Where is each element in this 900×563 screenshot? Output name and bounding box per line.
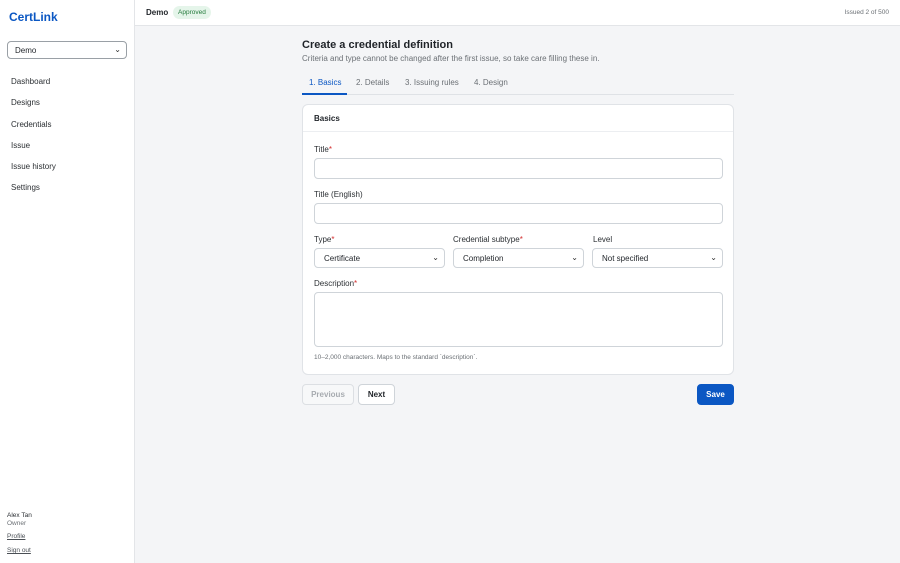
save-button[interactable]: Save xyxy=(697,384,734,405)
page-title: Create a credential definition xyxy=(302,39,453,51)
sidebar-item-dashboard[interactable]: Dashboard xyxy=(0,71,135,92)
tab-basics[interactable]: 1. Basics xyxy=(309,78,341,87)
sidebar-nav: Dashboard Designs Credentials Issue Issu… xyxy=(0,71,135,199)
required-mark: * xyxy=(328,145,332,154)
required-mark: * xyxy=(331,235,335,244)
chevron-down-icon: ⌄ xyxy=(710,253,717,262)
tab-issuing-rules[interactable]: 3. Issuing rules xyxy=(405,78,459,87)
required-mark: * xyxy=(354,279,358,288)
chevron-down-icon: ⌄ xyxy=(114,45,121,54)
title-english-input[interactable] xyxy=(314,203,723,224)
description-help: 10–2,000 characters. Maps to the standar… xyxy=(314,354,478,361)
chevron-down-icon: ⌄ xyxy=(571,253,578,262)
description-label: Description* xyxy=(314,279,357,288)
type-select-value: Certificate xyxy=(324,253,361,263)
user-name: Alex Tan xyxy=(7,512,32,519)
org-select[interactable]: Demo ⌄ xyxy=(7,41,127,59)
sidebar-item-credentials[interactable]: Credentials xyxy=(0,114,135,135)
org-name: Demo xyxy=(146,8,169,17)
chevron-down-icon: ⌄ xyxy=(432,253,439,262)
sidebar-item-designs[interactable]: Designs xyxy=(0,92,135,113)
required-mark: * xyxy=(519,235,523,244)
subtype-select[interactable]: Completion ⌄ xyxy=(453,248,584,268)
sign-out-link[interactable]: Sign out xyxy=(7,547,32,554)
card-title: Basics xyxy=(303,105,733,132)
level-select[interactable]: Not specified ⌄ xyxy=(592,248,723,268)
status-badge: Approved xyxy=(173,6,211,19)
title-english-label: Title (English) xyxy=(314,190,363,199)
basics-card: Basics Title* Title (English) Type* Cert… xyxy=(302,104,734,375)
sidebar-item-issue-history[interactable]: Issue history xyxy=(0,156,135,177)
title-input[interactable] xyxy=(314,158,723,179)
issued-count: Issued 2 of 500 xyxy=(844,9,889,16)
org-select-value: Demo xyxy=(15,45,37,55)
next-button[interactable]: Next xyxy=(358,384,395,405)
previous-button[interactable]: Previous xyxy=(302,384,354,405)
sidebar-item-issue[interactable]: Issue xyxy=(0,135,135,156)
subtype-select-value: Completion xyxy=(463,253,504,263)
tab-details[interactable]: 2. Details xyxy=(356,78,389,87)
description-label-text: Description xyxy=(314,279,355,288)
user-role: Owner xyxy=(7,520,27,527)
wizard-tabs: 1. Basics 2. Details 3. Issuing rules 4.… xyxy=(302,73,734,95)
subtype-label-text: Credential subtype xyxy=(453,235,520,244)
page-subtitle: Criteria and type cannot be changed afte… xyxy=(302,54,600,63)
topbar: Demo Approved Issued 2 of 500 xyxy=(135,0,900,26)
level-select-value: Not specified xyxy=(602,253,649,263)
type-label: Type* xyxy=(314,235,334,244)
sidebar-item-settings[interactable]: Settings xyxy=(0,177,135,198)
type-select[interactable]: Certificate ⌄ xyxy=(314,248,445,268)
subtype-label: Credential subtype* xyxy=(453,235,523,244)
profile-link[interactable]: Profile xyxy=(7,533,32,540)
tab-design[interactable]: 4. Design xyxy=(474,78,508,87)
sidebar: CertLink Demo ⌄ Dashboard Designs Creden… xyxy=(0,0,135,563)
active-tab-indicator xyxy=(302,93,347,95)
description-textarea[interactable] xyxy=(314,292,723,347)
title-label: Title* xyxy=(314,145,332,154)
brand-logo[interactable]: CertLink xyxy=(9,10,58,24)
title-label-text: Title xyxy=(314,145,329,154)
level-label: Level xyxy=(593,235,613,244)
type-label-text: Type xyxy=(314,235,332,244)
user-panel: Alex Tan Owner Profile Sign out xyxy=(7,512,32,554)
